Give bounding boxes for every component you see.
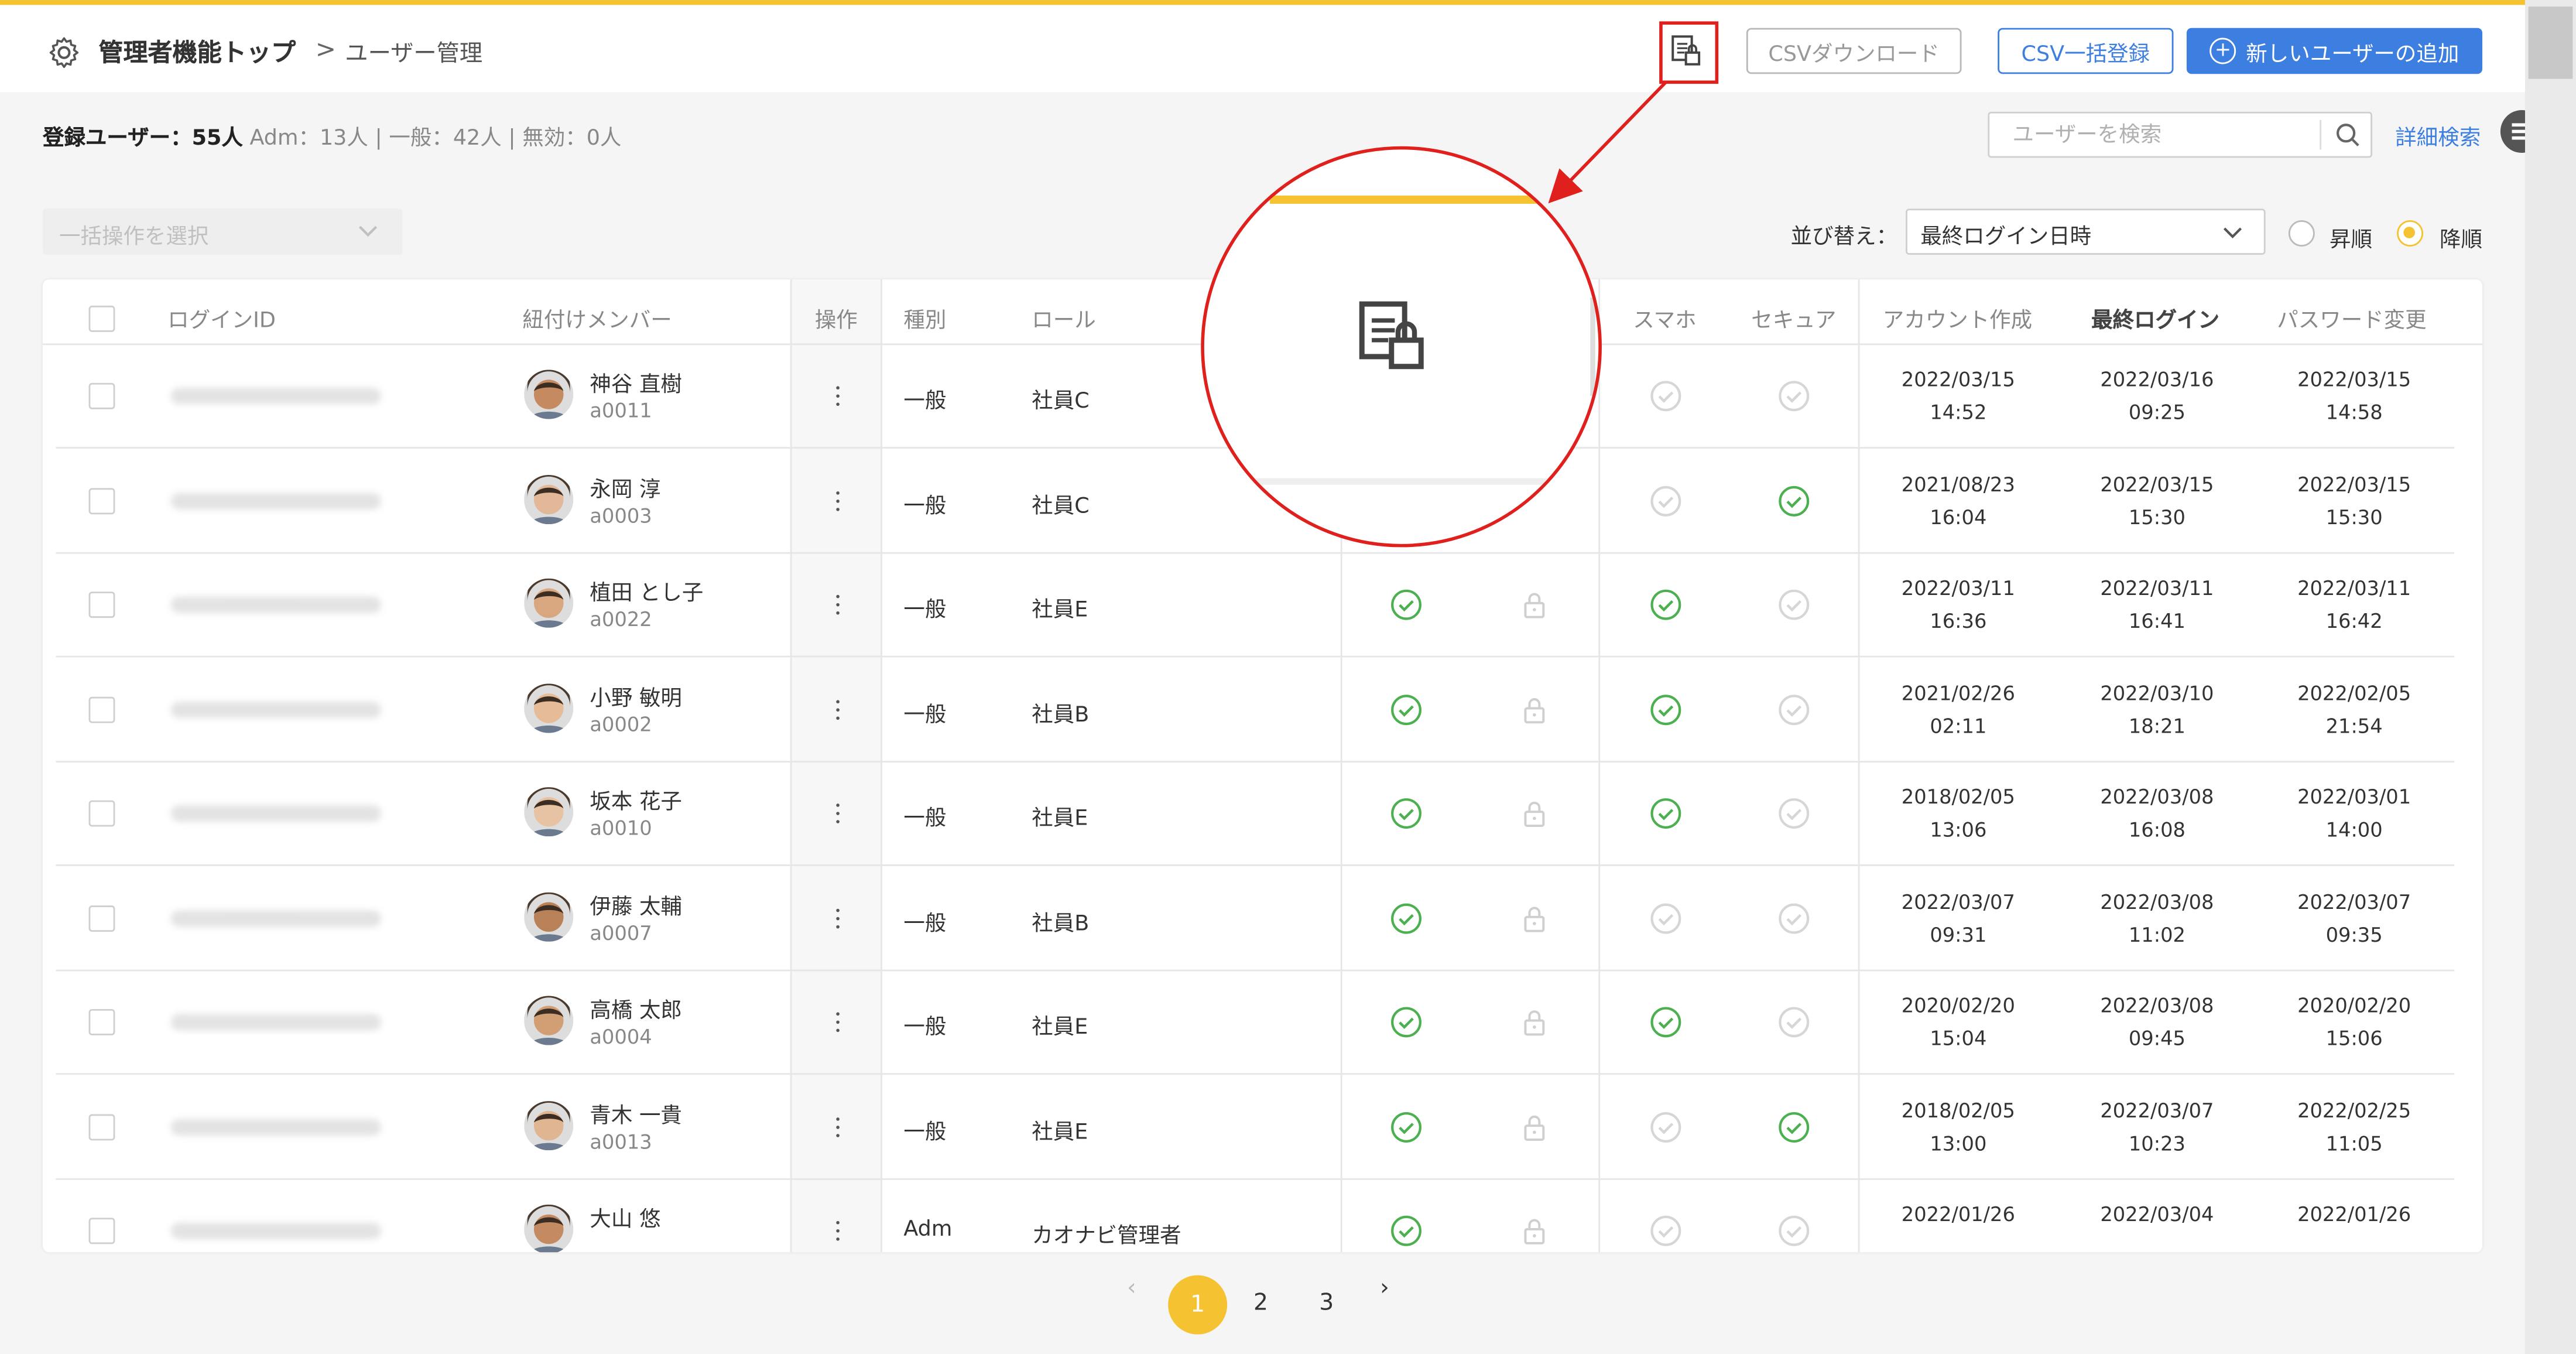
zoom-callout — [1201, 146, 1602, 548]
zoom-accent-bar — [1270, 195, 1543, 204]
zoom-shadow — [1253, 478, 1559, 485]
document-lock-icon — [1359, 301, 1424, 370]
zoom-edge — [1590, 297, 1595, 396]
app-root: 管理者機能トップ > ユーザー管理 CSVダウンロード CSV一括登録 + 新し… — [0, 0, 2576, 1354]
